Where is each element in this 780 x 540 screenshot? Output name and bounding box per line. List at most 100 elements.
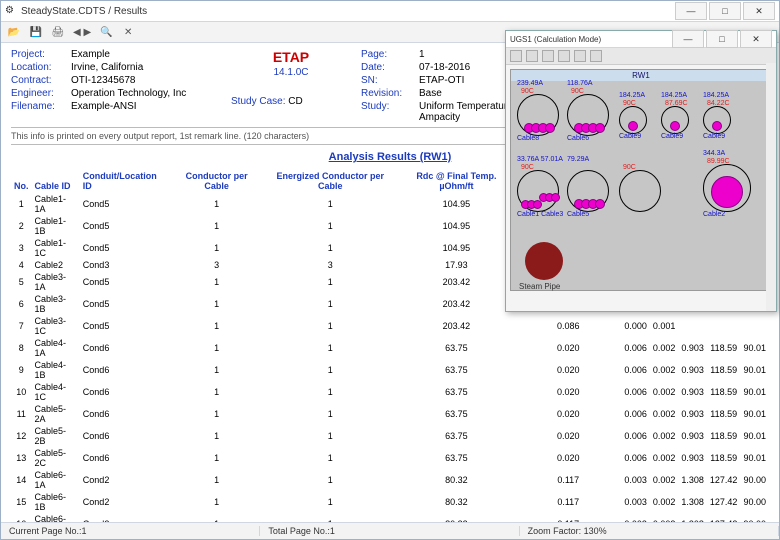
cell: 1 [171, 513, 263, 522]
label-filename: Filename: [11, 101, 61, 112]
nav-buttons[interactable]: ◀ ▶ [73, 27, 91, 38]
cell: Cond6 [80, 447, 171, 469]
steam-pipe [525, 242, 563, 280]
cell: 63.75 [398, 381, 516, 403]
conduit-amp: 239.49A [517, 80, 543, 87]
table-row: 9Cable4-1BCond61163.750.0200.0060.0020.9… [11, 359, 769, 381]
cell: 90.00 [740, 491, 769, 513]
conduit[interactable] [661, 106, 689, 134]
cell: 118.59 [707, 425, 741, 447]
open-icon[interactable]: 📂 [7, 25, 21, 39]
table-row: 14Cable6-1ACond21180.320.1170.0030.0021.… [11, 469, 769, 491]
title-bar: ⚙ SteadyState.CDTS / Results — □ ✕ [1, 1, 779, 22]
conduit-temp: 84.22C [707, 100, 730, 107]
cell: Cond2 [80, 469, 171, 491]
cell: 63.75 [398, 447, 516, 469]
col-ecpc: Energized Conductor per Cable [263, 169, 398, 193]
cell: 5 [11, 271, 32, 293]
cell: Cable1-1A [32, 193, 80, 215]
etap-version: 14.1.0C [231, 67, 351, 78]
cell: Cable6-1A [32, 469, 80, 491]
conduit[interactable] [567, 170, 609, 212]
cell: Cond5 [80, 215, 171, 237]
conduit-name: Cable6 [567, 135, 589, 142]
cell: 1 [263, 447, 398, 469]
cell: 1 [171, 359, 263, 381]
cell: 1 [171, 315, 263, 337]
value-filename: Example-ANSI [71, 101, 221, 112]
cell: 0.020 [515, 447, 621, 469]
conduit[interactable] [619, 170, 661, 212]
cell: 0.002 [650, 447, 679, 469]
panel-min-button[interactable]: — [672, 30, 704, 48]
status-current-page: Current Page No.:1 [1, 526, 260, 536]
cell: 1 [263, 293, 398, 315]
cell [707, 315, 741, 337]
label-engineer: Engineer: [11, 88, 61, 99]
panel-tool-icon[interactable] [558, 50, 570, 62]
panel-tool-icon[interactable] [590, 50, 602, 62]
panel-max-button[interactable]: □ [706, 30, 738, 48]
panel-tool-icon[interactable] [526, 50, 538, 62]
cell: 1 [263, 237, 398, 259]
raceway-canvas[interactable]: RW1 239.49A90CCable8118.76A90CCable6184.… [510, 69, 772, 291]
col-cable: Cable ID [32, 169, 80, 193]
cell: 1 [263, 193, 398, 215]
cell: 15 [11, 491, 32, 513]
cell: 1 [263, 403, 398, 425]
conduit-temp: 90C [623, 100, 636, 107]
cell: 63.75 [398, 359, 516, 381]
save-icon[interactable]: 💾 [29, 25, 43, 39]
ugs-panel[interactable]: UGS1 (Calculation Mode) — □ ✕ RW1 239.49… [505, 30, 777, 312]
table-row: 7Cable3-1CCond511203.420.0860.0000.001 [11, 315, 769, 337]
print-icon[interactable]: 🖨 [51, 25, 65, 39]
close-button[interactable]: ✕ [743, 2, 775, 20]
cell: Cable5-2A [32, 403, 80, 425]
col-rdc: Rdc @ Final Temp. µOhm/ft [398, 169, 516, 193]
minimize-button[interactable]: — [675, 2, 707, 20]
value-project: Example [71, 49, 221, 60]
cell: 63.75 [398, 425, 516, 447]
value-location: Irvine, California [71, 62, 221, 73]
cell: 2 [11, 215, 32, 237]
conduit[interactable] [619, 106, 647, 134]
conduit-name: Cable9 [703, 133, 725, 140]
conduit[interactable] [703, 106, 731, 134]
cell: 4 [11, 259, 32, 271]
cell: 0.117 [515, 513, 621, 522]
cell: 1 [171, 469, 263, 491]
panel-close-button[interactable]: ✕ [740, 30, 772, 48]
cell: 203.42 [398, 271, 516, 293]
conduit-name: Cable9 [661, 133, 683, 140]
cell: 90.01 [740, 447, 769, 469]
panel-title: UGS1 (Calculation Mode) [510, 35, 601, 44]
cell: 118.59 [707, 447, 741, 469]
cell: 17.93 [398, 259, 516, 271]
cell: Cond2 [80, 491, 171, 513]
panel-tool-icon[interactable] [542, 50, 554, 62]
cell: 0.003 [621, 513, 650, 522]
cell: 80.32 [398, 491, 516, 513]
conduit-name: Cable2 [703, 211, 725, 218]
conduit-name: Cable5 [567, 211, 589, 218]
find-icon[interactable]: 🔍 [99, 25, 113, 39]
conduit[interactable] [517, 170, 559, 212]
cell: 90.00 [740, 513, 769, 522]
conduit[interactable] [517, 94, 559, 136]
cell: 104.95 [398, 193, 516, 215]
panel-scrollbar[interactable] [766, 63, 776, 311]
table-row: 15Cable6-1BCond21180.320.1170.0030.0021.… [11, 491, 769, 513]
conduit[interactable] [703, 164, 751, 212]
panel-tool-icon[interactable] [574, 50, 586, 62]
toolbar-close-icon[interactable]: ✕ [121, 25, 135, 39]
cell: 0.020 [515, 359, 621, 381]
cell: 203.42 [398, 293, 516, 315]
cell: 203.42 [398, 315, 516, 337]
cell: 0.020 [515, 403, 621, 425]
cell: Cable3-1A [32, 271, 80, 293]
conduit[interactable] [567, 94, 609, 136]
maximize-button[interactable]: □ [709, 2, 741, 20]
panel-tool-icon[interactable] [510, 50, 522, 62]
table-row: 16Cable6-1CCond21180.320.1170.0030.0021.… [11, 513, 769, 522]
cell: 3 [11, 237, 32, 259]
